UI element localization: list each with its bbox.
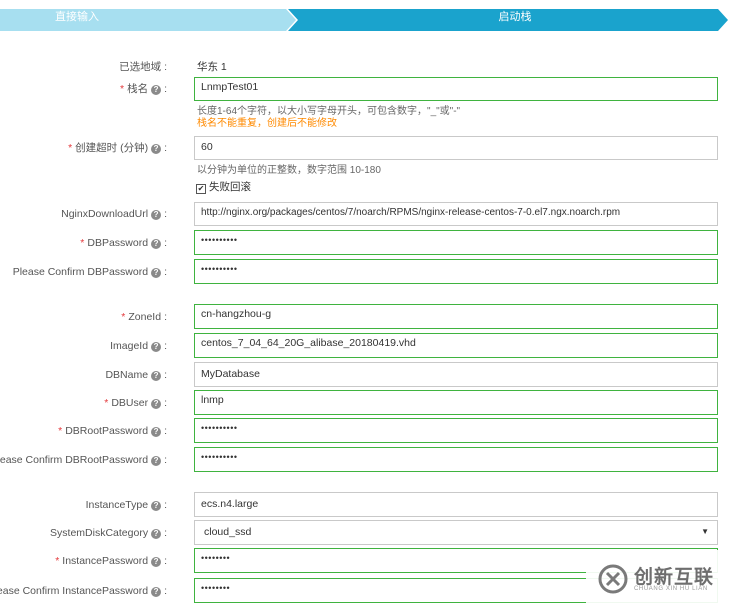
help-icon[interactable]: ? [151,239,162,249]
region-value: 华东 1 [197,61,227,73]
help-icon[interactable]: ? [151,399,162,409]
caret-down-icon[interactable]: ▼ [701,521,709,543]
system-disk-value: cloud_ssd [204,526,252,538]
timeout-input[interactable]: 60 [194,136,718,160]
db-password-input[interactable]: •••••••••• [194,230,718,255]
step-launch-stack[interactable]: 启动栈 [470,8,560,24]
rollback-option[interactable]: ✔ 失败回滚 [196,181,251,194]
nginx-url-label: NginxDownloadUrl?: [61,208,167,220]
watermark-text-cn: 创新互联 [634,567,715,588]
help-icon[interactable]: ? [151,529,162,539]
instance-type-input[interactable]: ecs.n4.large [194,492,718,517]
db-root-password-label: * DBRootPassword?: [58,425,167,437]
db-name-input[interactable]: MyDatabase [194,362,718,387]
help-icon[interactable]: ? [151,268,162,278]
image-id-label: ImageId?: [110,340,167,352]
db-user-label: * DBUser?: [104,397,167,409]
help-icon[interactable]: ? [151,342,162,352]
timeout-hint: 以分钟为单位的正整数，数字范围 10-180 [197,165,381,176]
help-icon[interactable]: ? [151,85,162,95]
help-icon[interactable]: ? [151,210,162,220]
instance-password-confirm-label: Please Confirm InstancePassword?: [0,585,167,597]
db-root-password-input[interactable]: •••••••••• [194,418,718,443]
db-root-password-confirm-label: Please Confirm DBRootPassword?: [0,454,167,466]
instance-password-label: * InstancePassword?: [55,555,167,567]
watermark-text-en: CHUANG XIN HU LIAN [634,586,708,592]
help-icon[interactable]: ? [151,557,162,567]
db-password-label: * DBPassword?: [80,237,167,249]
image-id-input[interactable]: centos_7_04_64_20G_alibase_20180419.vhd [194,333,718,358]
region-label: 已选地域: [119,61,167,73]
stack-name-hint: 长度1-64个字符，以大小写字母开头，可包含数字，"_"或"-" [197,106,461,117]
db-password-confirm-input[interactable]: •••••••••• [194,259,718,284]
watermark-logo-icon [598,564,628,594]
nginx-url-input[interactable]: http://nginx.org/packages/centos/7/noarc… [194,202,718,226]
stack-name-input[interactable]: LnmpTest01 [194,77,718,101]
help-icon[interactable]: ? [151,371,162,381]
step-direct-input[interactable]: 直接输入 [55,8,115,24]
help-icon[interactable]: ? [151,501,162,511]
rollback-label: 失败回滚 [209,181,251,193]
db-root-password-confirm-input[interactable]: •••••••••• [194,447,718,472]
help-icon[interactable]: ? [151,427,162,437]
zone-id-input[interactable]: cn-hangzhou-g [194,304,718,329]
db-name-label: DBName?: [105,369,167,381]
help-icon[interactable]: ? [151,456,162,466]
step-inactive-shape [0,9,296,31]
help-icon[interactable]: ? [151,144,162,154]
help-icon[interactable]: ? [151,587,162,597]
wizard-steps: 直接输入 启动栈 [0,0,733,32]
timeout-label: * 创建超时 (分钟)?: [68,142,167,154]
checkbox-checked-icon[interactable]: ✔ [196,184,206,194]
system-disk-select[interactable]: cloud_ssd ▼ [194,520,718,545]
stack-name-warning: 栈名不能重复，创建后不能修改 [197,118,337,129]
stack-name-label: * 栈名?: [119,83,167,95]
system-disk-label: SystemDiskCategory?: [50,527,167,539]
watermark: 创新互联 CHUANG XIN HU LIAN [586,550,733,607]
zone-id-label: * ZoneId: [121,311,167,323]
db-user-input[interactable]: lnmp [194,390,718,415]
db-password-confirm-label: Please Confirm DBPassword?: [12,266,167,278]
instance-type-label: InstanceType?: [85,499,167,511]
